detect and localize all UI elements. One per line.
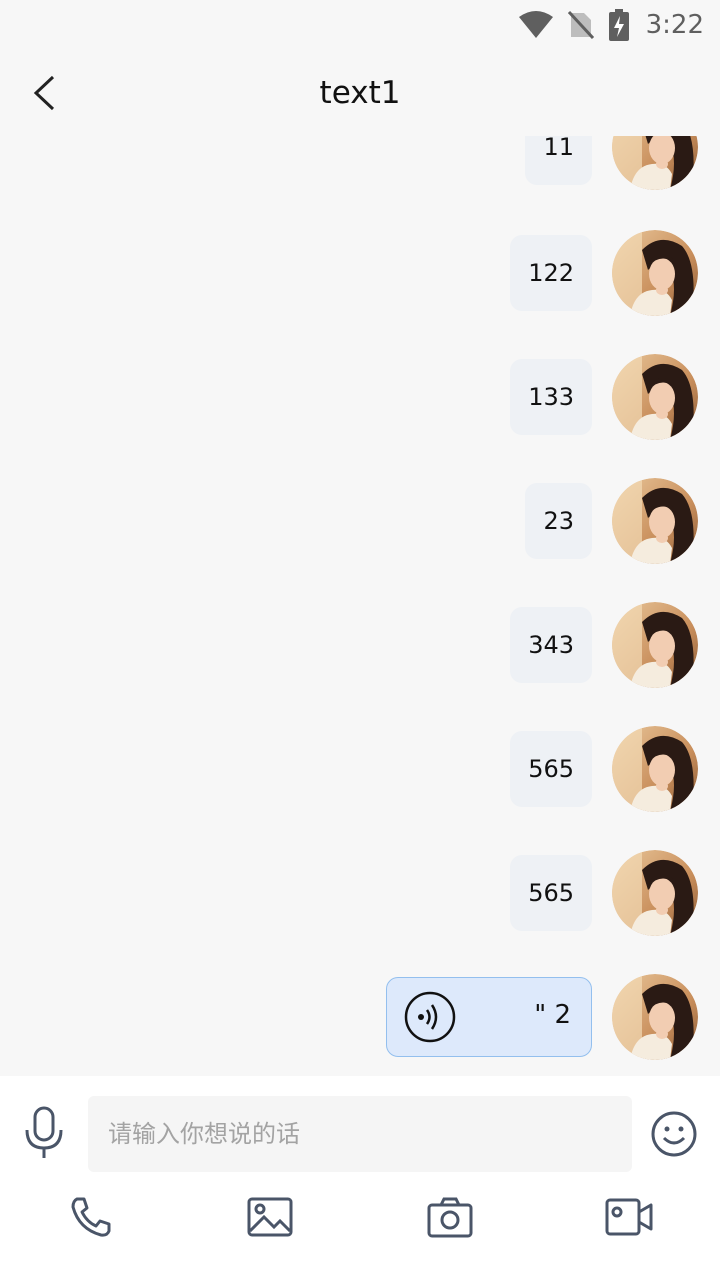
avatar[interactable]: [612, 850, 698, 936]
voice-message-bubble[interactable]: " 2: [386, 977, 592, 1057]
wifi-icon: [518, 11, 553, 38]
message-row: 565: [510, 726, 698, 812]
app-header: text1: [0, 50, 720, 136]
message-row: 23: [525, 478, 698, 564]
chat-message-list[interactable]: 11 122 133 23 343 565 565 " 2: [0, 136, 720, 1076]
avatar[interactable]: [612, 136, 698, 190]
voice-duration: " 2: [534, 1000, 571, 1030]
chevron-left-icon: [33, 75, 55, 111]
avatar[interactable]: [612, 974, 698, 1060]
message-bubble[interactable]: 565: [510, 731, 592, 807]
voice-input-button[interactable]: [22, 1106, 66, 1162]
emoji-button[interactable]: [650, 1110, 698, 1158]
voice-playback-icon: [404, 991, 456, 1043]
page-title: text1: [319, 75, 401, 111]
message-bubble[interactable]: 133: [510, 359, 592, 435]
message-input[interactable]: [88, 1096, 632, 1172]
back-button[interactable]: [22, 70, 66, 116]
image-icon: [247, 1197, 293, 1237]
no-sim-icon: [567, 10, 594, 40]
message-row: 122: [510, 230, 698, 316]
message-bubble[interactable]: 122: [510, 235, 592, 311]
message-row: 565: [510, 850, 698, 936]
avatar[interactable]: [612, 602, 698, 688]
input-panel: [0, 1076, 720, 1280]
message-row: " 2: [386, 974, 698, 1060]
status-time: 3:22: [645, 10, 704, 40]
avatar[interactable]: [612, 726, 698, 812]
camera-icon: [427, 1197, 473, 1238]
mic-icon: [25, 1106, 63, 1158]
battery-charging-icon: [608, 9, 629, 41]
message-bubble[interactable]: 11: [525, 136, 592, 185]
message-row: 11: [525, 136, 698, 190]
message-bubble[interactable]: 343: [510, 607, 592, 683]
media-toolbar: [0, 1192, 720, 1252]
message-row: 133: [510, 354, 698, 440]
message-bubble[interactable]: 565: [510, 855, 592, 931]
camera-button[interactable]: [425, 1192, 475, 1242]
avatar[interactable]: [612, 478, 698, 564]
send-image-button[interactable]: [245, 1192, 295, 1242]
emoji-icon: [651, 1111, 697, 1157]
video-icon: [605, 1198, 653, 1236]
voice-call-button[interactable]: [66, 1192, 116, 1242]
message-row: 343: [510, 602, 698, 688]
avatar[interactable]: [612, 354, 698, 440]
avatar[interactable]: [612, 230, 698, 316]
video-call-button[interactable]: [604, 1192, 654, 1242]
phone-icon: [71, 1197, 111, 1237]
message-bubble[interactable]: 23: [525, 483, 592, 559]
status-bar: 3:22: [0, 0, 720, 50]
